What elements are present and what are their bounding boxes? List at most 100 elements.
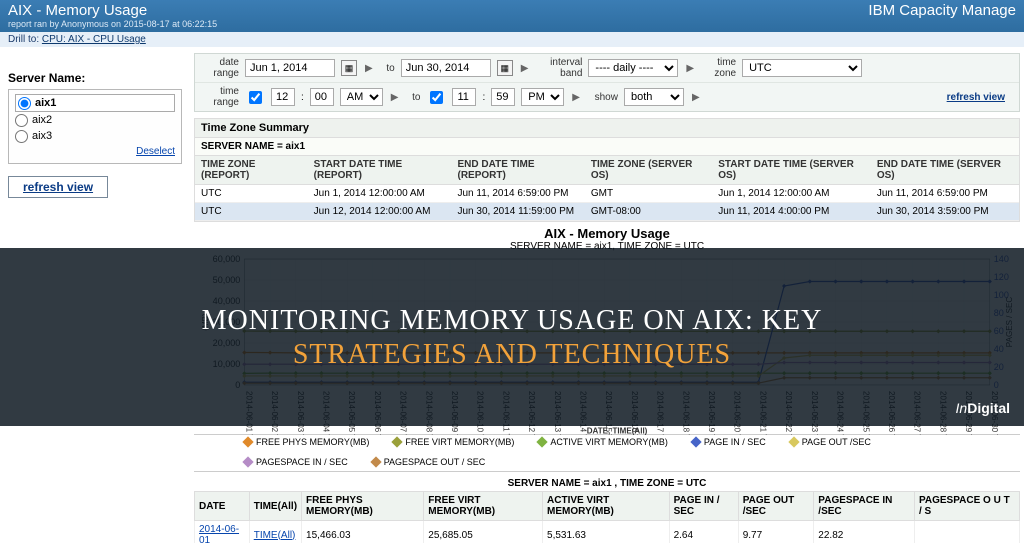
legend-marker-icon [690,436,701,447]
arrow-right-icon: ▶ [389,92,401,103]
detail-cell: TIME(All) [249,521,301,543]
tz-col-header: END DATE TIME (SERVER OS) [871,156,1019,185]
page-title: AIX - Memory Usage [8,2,147,19]
server-radio[interactable] [15,114,28,127]
date-range-label: date range [201,57,239,79]
interval-band-label: interval band [536,57,582,79]
table-row: 2014-06-01TIME(All)15,466.0325,685.055,5… [195,521,1020,543]
detail-col-header: TIME(All) [249,492,301,521]
calendar-icon[interactable]: ▦ [341,60,357,76]
date-from-input[interactable] [245,59,335,77]
time-from-ampm[interactable]: AM [340,88,383,106]
detail-cell: 9.77 [738,521,814,543]
detail-col-header: PAGE OUT /SEC [738,492,814,521]
tz-cell: Jun 30, 2014 3:59:00 PM [871,203,1019,221]
legend-item: PAGE OUT /SEC [790,437,871,447]
detail-cell: 25,685.05 [424,521,543,543]
legend-item: PAGESPACE OUT / SEC [372,457,486,467]
tz-col-header: TIME ZONE (REPORT) [195,156,308,185]
server-radio[interactable] [15,130,28,143]
legend-item: PAGE IN / SEC [692,437,766,447]
detail-col-header: FREE PHYS MEMORY(MB) [302,492,424,521]
tz-cell: Jun 11, 2014 6:59:00 PM [871,185,1019,203]
tz-summary-server: SERVER NAME = aix1 [195,138,1019,156]
time-from-hour[interactable] [271,88,295,106]
arrow-right-icon: ▶ [690,92,702,103]
detail-table: DATETIME(All)FREE PHYS MEMORY(MB)FREE VI… [194,491,1020,543]
detail-cell: 22.82 [814,521,915,543]
time-range-label: time range [201,86,239,108]
detail-cell: 2014-06-01 [195,521,250,543]
svg-text:DATE, TIME(All): DATE, TIME(All) [587,426,648,435]
server-option-aix3[interactable]: aix3 [15,128,175,144]
tz-col-header: TIME ZONE (SERVER OS) [585,156,712,185]
tz-table: TIME ZONE (REPORT)START DATE TIME (REPOR… [195,156,1019,221]
server-option-aix2[interactable]: aix2 [15,112,175,128]
calendar-icon[interactable]: ▦ [497,60,513,76]
interval-select[interactable]: ---- daily ---- [588,59,678,77]
detail-link[interactable]: TIME(All) [254,530,296,541]
tz-cell: Jun 12, 2014 12:00:00 AM [308,203,452,221]
detail-link[interactable]: 2014-06-01 [199,524,239,543]
time-to-ampm[interactable]: PM [521,88,564,106]
refresh-button-top[interactable]: refresh view [947,92,1013,103]
refresh-button-sidebar[interactable]: refresh view [8,176,108,198]
legend-item: FREE PHYS MEMORY(MB) [244,437,369,447]
server-option-label: aix2 [32,112,52,128]
legend-item: FREE VIRT MEMORY(MB) [393,437,514,447]
server-radio[interactable] [18,97,31,110]
legend-label: FREE VIRT MEMORY(MB) [405,437,514,447]
tz-cell: UTC [195,203,308,221]
time-from-min[interactable] [310,88,334,106]
time-zone-label: time zone [702,57,736,79]
tz-summary-title: Time Zone Summary [195,119,1019,138]
date-to-input[interactable] [401,59,491,77]
overlay-line-1: MONITORING MEMORY USAGE ON AIX: KEY [202,303,823,339]
tz-col-header: START DATE TIME (REPORT) [308,156,452,185]
legend-marker-icon [242,436,253,447]
tz-cell: Jun 1, 2014 12:00:00 AM [712,185,871,203]
legend-label: FREE PHYS MEMORY(MB) [256,437,369,447]
server-option-label: aix1 [35,95,56,111]
legend-label: PAGE IN / SEC [704,437,766,447]
time-from-check[interactable] [249,91,262,104]
tz-col-header: START DATE TIME (SERVER OS) [712,156,871,185]
detail-cell [914,521,1019,543]
deselect-link[interactable]: Deselect [136,146,175,157]
server-name-label: Server Name: [8,71,182,85]
legend-marker-icon [242,456,253,467]
detail-col-header: PAGESPACE IN /SEC [814,492,915,521]
chart-title: AIX - Memory Usage [194,226,1020,241]
drill-bar: Drill to: CPU: AIX - CPU Usage [0,32,1024,47]
tz-cell: GMT-08:00 [585,203,712,221]
timezone-summary: Time Zone Summary SERVER NAME = aix1 TIM… [194,118,1020,222]
show-select[interactable]: both [624,88,684,106]
detail-col-header: PAGE IN / SEC [669,492,738,521]
detail-col-header: PAGESPACE O U T / S [914,492,1019,521]
server-option-label: aix3 [32,128,52,144]
show-label: show [588,92,618,103]
detail-col-header: ACTIVE VIRT MEMORY(MB) [543,492,670,521]
tz-col-header: END DATE TIME (REPORT) [452,156,585,185]
timezone-select[interactable]: UTC [742,59,862,77]
legend-marker-icon [537,436,548,447]
drill-link[interactable]: CPU: AIX - CPU Usage [42,34,146,45]
time-to-min[interactable] [491,88,515,106]
detail-subtitle: SERVER NAME = aix1 , TIME ZONE = UTC [194,476,1020,491]
report-header: AIX - Memory Usage IBM Capacity Manage r… [0,0,1024,32]
legend-marker-icon [788,436,799,447]
chart-legend: FREE PHYS MEMORY(MB) FREE VIRT MEMORY(MB)… [194,434,1020,472]
legend-label: PAGESPACE OUT / SEC [384,457,486,467]
legend-marker-icon [392,436,403,447]
tz-cell: Jun 1, 2014 12:00:00 AM [308,185,452,203]
server-option-aix1[interactable]: aix1 [15,94,175,112]
tz-cell: Jun 11, 2014 4:00:00 PM [712,203,871,221]
legend-item: PAGESPACE IN / SEC [244,457,348,467]
legend-marker-icon [370,456,381,467]
time-to-check[interactable] [430,91,443,104]
table-row: UTCJun 12, 2014 12:00:00 AM Jun 30, 2014 … [195,203,1019,221]
legend-label: PAGE OUT /SEC [802,437,871,447]
tz-cell: GMT [585,185,712,203]
tz-cell: UTC [195,185,308,203]
time-to-hour[interactable] [452,88,476,106]
